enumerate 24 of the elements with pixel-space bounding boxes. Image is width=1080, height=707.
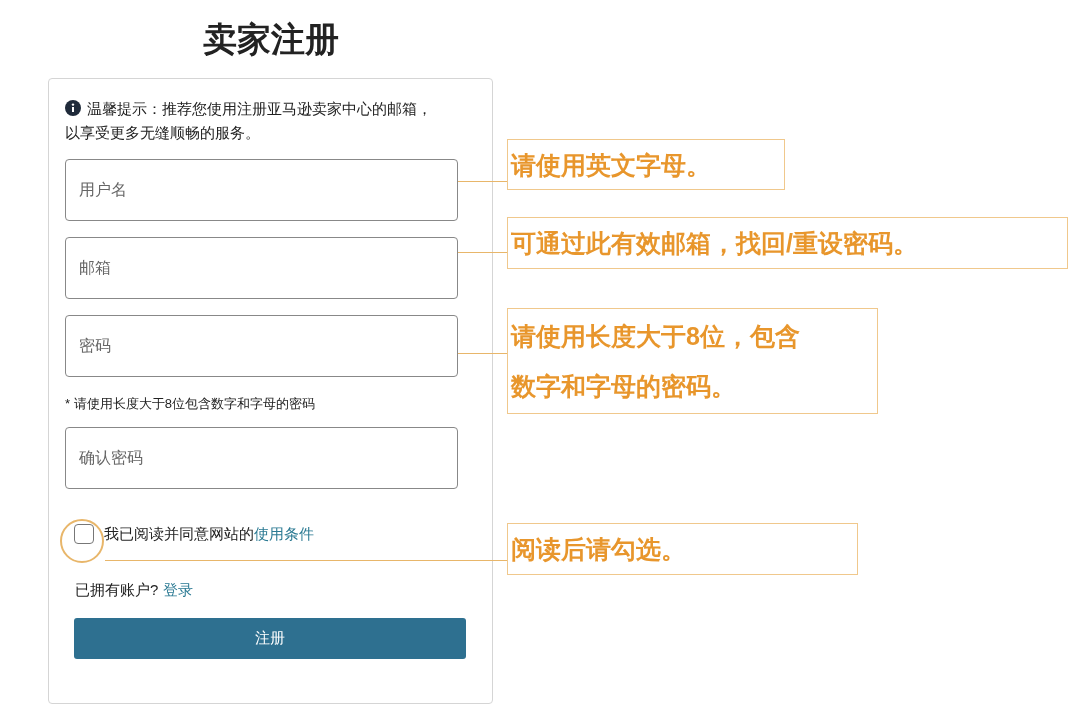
password-hint: * 请使用长度大于8位包含数字和字母的密码 <box>65 395 316 413</box>
annotation-text: 可通过此有效邮箱，找回/重设密码。 <box>511 228 919 259</box>
annotation-text: 阅读后请勾选。 <box>511 534 687 565</box>
input-field[interactable]: 确认密码 <box>65 427 458 489</box>
checkbox[interactable] <box>74 524 94 544</box>
notice-text: 温馨提示：推荐您使用注册亚马逊卖家中心的邮箱， <box>87 99 432 119</box>
page-title: 卖家注册 <box>202 19 339 60</box>
leader-line <box>458 181 507 182</box>
input-field[interactable]: 用户名 <box>65 159 458 221</box>
login-prompt: 已拥有账户? 登录 <box>74 580 194 600</box>
login-link[interactable]: 登录 <box>162 581 193 598</box>
annotation-text: 请使用长度大于8位，包含 <box>511 321 801 352</box>
notice-text: 以享受更多无缝顺畅的服务。 <box>65 123 260 143</box>
input-field[interactable]: 密码 <box>65 315 458 377</box>
highlight-ring <box>60 519 104 563</box>
annotation-text: 数字和字母的密码。 <box>511 371 737 402</box>
leader-line <box>458 353 507 354</box>
agree-text: 我已阅读并同意网站的使用条件 <box>104 524 314 544</box>
info-icon <box>65 100 81 116</box>
annotation-text: 请使用英文字母。 <box>511 149 712 181</box>
terms-link[interactable]: 使用条件 <box>254 525 314 542</box>
register-button[interactable]: 注册 <box>74 618 466 659</box>
input-field[interactable]: 邮箱 <box>65 237 458 299</box>
leader-line <box>458 252 507 253</box>
